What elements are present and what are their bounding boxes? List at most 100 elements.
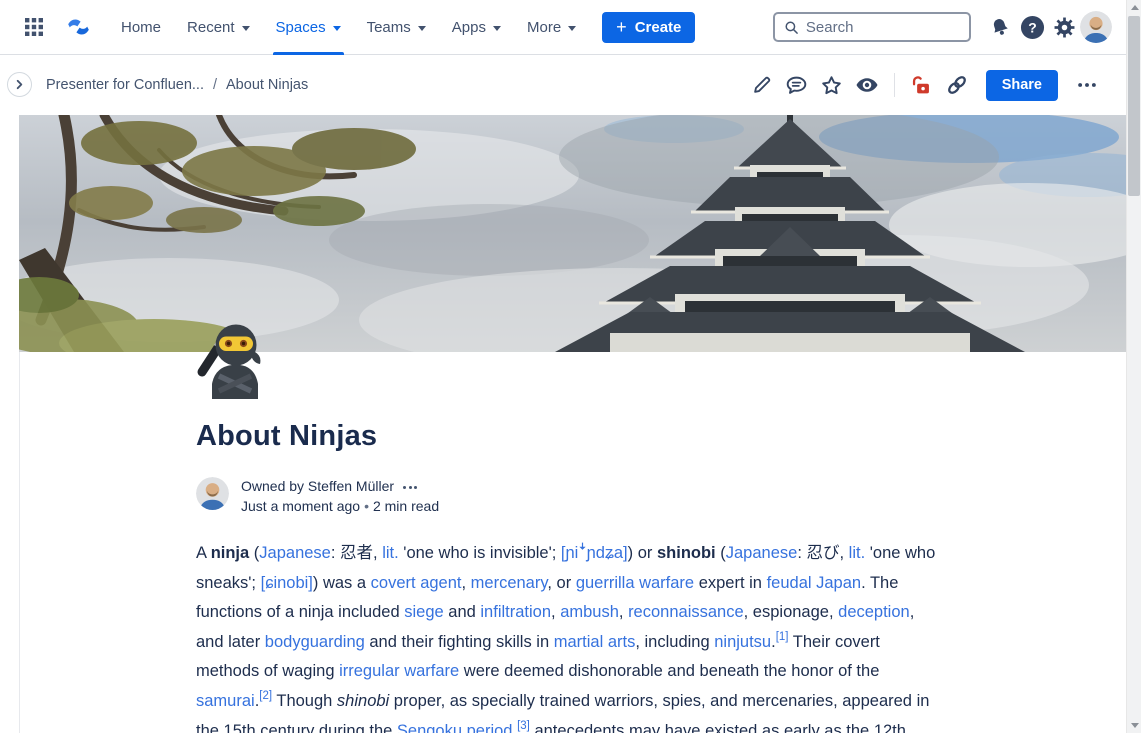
nav-item-home[interactable]: Home	[108, 0, 174, 55]
inline-link[interactable]: covert agent	[371, 574, 462, 592]
ninja-emoji-icon	[195, 320, 270, 399]
dot-icon	[409, 486, 412, 489]
dot-icon	[414, 486, 417, 489]
nav-item-spaces[interactable]: Spaces	[263, 0, 354, 55]
inline-link[interactable]: martial arts	[554, 633, 636, 651]
nav-item-apps[interactable]: Apps	[439, 0, 514, 55]
watch-button[interactable]	[854, 72, 880, 98]
page-emoji-button[interactable]	[195, 320, 270, 399]
text-segment: were deemed dishonorable and beneath the…	[459, 662, 879, 680]
help-button[interactable]: ?	[1016, 11, 1048, 43]
owner-avatar[interactable]	[196, 477, 229, 510]
vertical-scrollbar[interactable]	[1126, 0, 1141, 733]
inline-link[interactable]: reconnaissance	[628, 603, 744, 621]
chevron-down-icon	[418, 26, 426, 31]
citation-link[interactable]: [3]	[517, 720, 530, 732]
inline-link[interactable]: guerrilla warfare	[576, 574, 694, 592]
byline-owner-link[interactable]: Owned by Steffen Müller	[241, 477, 394, 497]
restrictions-button[interactable]	[909, 72, 935, 98]
confluence-logo-icon[interactable]	[65, 15, 92, 39]
text-segment: : 忍び,	[797, 544, 848, 562]
breadcrumb-space-link[interactable]: Presenter for Confluen...	[46, 77, 204, 93]
nav-label: More	[527, 19, 561, 36]
text-segment: shinobi	[657, 544, 716, 562]
page-actions: Share	[749, 70, 1100, 101]
chevron-right-icon	[14, 79, 25, 90]
nav-item-recent[interactable]: Recent	[174, 0, 263, 55]
text-segment: ninja	[211, 544, 250, 562]
search-box[interactable]	[773, 12, 971, 42]
text-segment: and their fighting skills in	[365, 633, 554, 651]
inline-link[interactable]: lit.	[849, 544, 866, 562]
breadcrumb-page-link[interactable]: About Ninjas	[226, 77, 308, 93]
inline-link[interactable]: Japanese	[259, 544, 331, 562]
text-segment: ,	[551, 603, 560, 621]
user-avatar[interactable]	[1080, 11, 1112, 43]
article-paragraph: A ninja (Japanese: 忍者, lit. 'one who is …	[196, 539, 945, 733]
byline-more-button[interactable]	[403, 484, 417, 489]
text-segment: expert in	[694, 574, 766, 592]
nav-item-more[interactable]: More	[514, 0, 589, 55]
comment-button[interactable]	[784, 72, 810, 98]
dot-icon	[403, 486, 406, 489]
citation-link[interactable]: [1]	[776, 631, 789, 643]
question-mark-icon: ?	[1020, 15, 1045, 40]
byline-text: Owned by Steffen Müller Just a moment ag…	[241, 477, 439, 516]
inline-link[interactable]: lit.	[382, 544, 399, 562]
unlocked-icon	[911, 75, 932, 96]
star-icon	[820, 74, 843, 97]
text-segment: , or	[547, 574, 575, 592]
inline-link[interactable]: mercenary	[471, 574, 548, 592]
inline-link[interactable]: bodyguarding	[265, 633, 365, 651]
inline-link[interactable]: ambush	[560, 603, 619, 621]
scroll-up-arrow[interactable]	[1131, 5, 1139, 10]
copy-link-button[interactable]	[944, 72, 970, 98]
text-segment: , including	[635, 633, 714, 651]
castle-photo	[19, 115, 1126, 352]
create-button-label: Create	[635, 19, 682, 36]
inline-link[interactable]: samurai	[196, 692, 255, 710]
inline-link[interactable]: Japanese	[726, 544, 798, 562]
inline-link[interactable]: siege	[404, 603, 443, 621]
inline-link[interactable]: infiltration	[480, 603, 551, 621]
nav-label: Teams	[367, 19, 411, 36]
svg-text:?: ?	[1028, 19, 1037, 35]
search-input[interactable]	[806, 19, 960, 36]
inline-link[interactable]: [ɕinobi]	[261, 574, 313, 592]
inline-link[interactable]: [ɲiꜜɲdʑa]	[561, 544, 628, 562]
nav-item-teams[interactable]: Teams	[354, 0, 439, 55]
inline-link[interactable]: Sengoku period	[397, 722, 513, 733]
text-segment: 'one who is invisible';	[399, 544, 561, 562]
citation-link[interactable]: [2]	[259, 690, 272, 702]
inline-link[interactable]: ninjutsu	[714, 633, 771, 651]
text-segment: and	[444, 603, 481, 621]
favorite-button[interactable]	[819, 72, 845, 98]
scrollbar-thumb[interactable]	[1128, 16, 1140, 196]
text-segment: (	[249, 544, 259, 562]
edit-button[interactable]	[749, 72, 775, 98]
byline-updated: Just a moment ago	[241, 498, 360, 514]
comment-icon	[785, 74, 808, 97]
eye-icon	[855, 73, 879, 97]
share-button[interactable]: Share	[986, 70, 1058, 101]
chevron-down-icon	[568, 26, 576, 31]
confluence-window: Home Recent Spaces Teams Apps More	[0, 0, 1141, 733]
expand-sidebar-button[interactable]	[7, 72, 32, 97]
primary-nav: Home Recent Spaces Teams Apps More	[108, 0, 589, 55]
create-button[interactable]: + Create	[602, 12, 695, 43]
link-icon	[945, 73, 969, 97]
inline-link[interactable]: irregular warfare	[339, 662, 459, 680]
text-segment: ) or	[628, 544, 657, 562]
nav-label: Spaces	[276, 19, 326, 36]
owner-avatar-image	[196, 477, 229, 510]
notifications-button[interactable]	[984, 11, 1016, 43]
inline-link[interactable]: feudal Japan	[767, 574, 862, 592]
inline-link[interactable]: deception	[838, 603, 910, 621]
text-segment: shinobi	[337, 692, 389, 710]
text-segment: A	[196, 544, 211, 562]
app-switcher-button[interactable]	[18, 11, 50, 43]
bell-icon	[989, 16, 1011, 38]
more-actions-button[interactable]	[1074, 72, 1100, 98]
settings-button[interactable]	[1048, 11, 1080, 43]
scroll-down-arrow[interactable]	[1131, 723, 1139, 728]
